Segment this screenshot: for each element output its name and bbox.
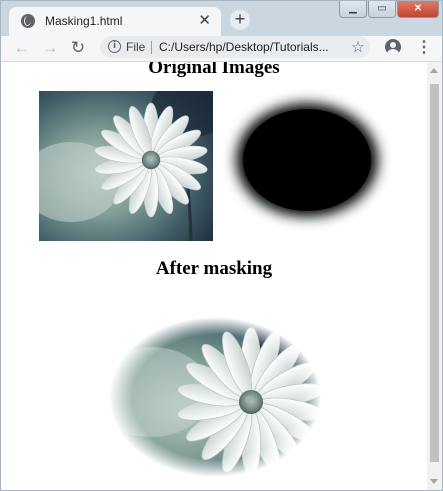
original-photo [39, 91, 213, 241]
star-icon[interactable]: ☆ [348, 37, 368, 59]
kebab-menu-icon[interactable]: ⋮ [415, 37, 433, 58]
browser-window: Masking1.html ✕ + ▁ ▭ ✕ ← → ↻ i File C:/Us… [0, 0, 443, 491]
window-controls: ▁ ▭ ✕ [338, 1, 439, 19]
vertical-scrollbar[interactable] [427, 62, 442, 490]
scrollbar-thumb[interactable] [430, 84, 439, 462]
url-scheme-label: File [126, 40, 146, 54]
address-bar[interactable]: i File C:/Users/hp/Desktop/Tutorials... [100, 36, 370, 58]
scroll-down-arrow-icon[interactable] [430, 479, 438, 484]
address-separator [151, 41, 152, 54]
new-tab-button[interactable]: + [230, 10, 250, 30]
tab-title: Masking1.html [45, 14, 123, 28]
close-window-button[interactable]: ✕ [397, 1, 439, 18]
tab-masking1[interactable]: Masking1.html ✕ [9, 7, 221, 36]
heading-after-masking: After masking [155, 258, 273, 279]
url-text[interactable]: C:/Users/hp/Desktop/Tutorials... [159, 40, 329, 54]
minimize-button[interactable]: ▁ [339, 1, 367, 18]
info-icon[interactable]: i [108, 40, 121, 53]
scroll-up-arrow-icon[interactable] [430, 68, 438, 73]
page-viewport: Original Images After masking [1, 62, 442, 490]
forward-button[interactable]: → [39, 37, 61, 59]
tab-strip: Masking1.html ✕ + ▁ ▭ ✕ [1, 1, 442, 36]
back-button[interactable]: ← [11, 37, 33, 59]
browser-toolbar: ← → ↻ i File C:/Users/hp/Desktop/Tutoria… [1, 36, 442, 62]
reload-button[interactable]: ↻ [67, 37, 89, 59]
restore-button[interactable]: ▭ [368, 1, 396, 18]
mask-ellipse [231, 98, 383, 222]
account-circle-icon[interactable] [385, 39, 401, 55]
globe-icon [21, 14, 35, 28]
masked-photo [91, 309, 346, 487]
close-tab-button[interactable]: ✕ [198, 12, 211, 30]
